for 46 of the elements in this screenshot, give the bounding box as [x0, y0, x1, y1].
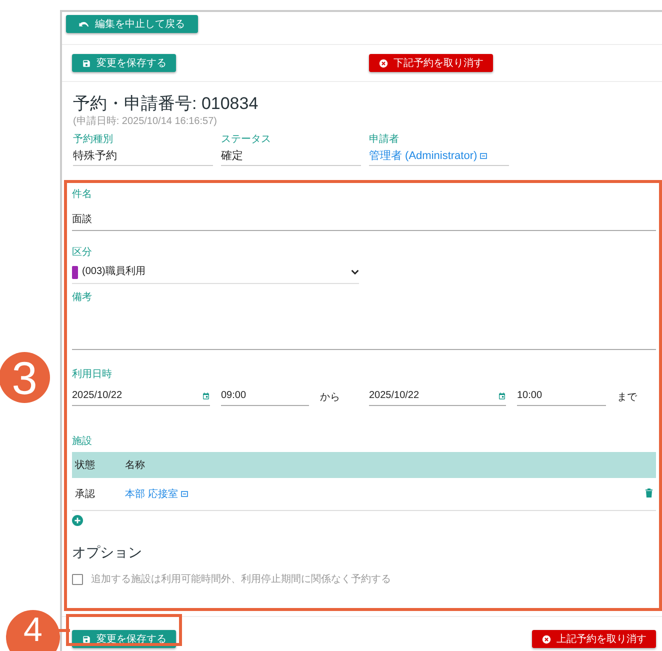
subject-field[interactable]: 面談 [72, 201, 656, 231]
chevron-down-icon [351, 269, 359, 275]
save-icon [82, 58, 90, 68]
field-label: 件名 [72, 189, 93, 201]
trash-icon[interactable] [645, 488, 653, 498]
field-label: 予約種別 [73, 134, 114, 146]
save-icon [82, 634, 90, 644]
status-cell: 承認 [72, 478, 122, 510]
date-field[interactable]: 2025/10/22 [369, 387, 506, 406]
field-label: 利用日時 [72, 369, 113, 381]
link-icon [180, 491, 188, 498]
field-value: 特殊予約 [73, 149, 117, 163]
calendar-icon [202, 392, 210, 400]
checkbox-label: 追加する施設は利用可能時間外、利用停止期間に関係なく予約する [91, 572, 391, 586]
submitted-date: (申請日時: 2025/10/14 16:16:57) [73, 116, 218, 128]
step-number-badge: 3 [0, 352, 50, 403]
section-heading: オプション [72, 544, 143, 562]
cancel-reservation-button[interactable]: 上記予約を取り消す [532, 630, 656, 648]
range-word: まで [617, 391, 638, 405]
category-select[interactable]: (003)職員利用 [72, 259, 359, 284]
checkbox[interactable] [72, 574, 83, 584]
column-header: 状態 [72, 452, 122, 478]
range-word: から [320, 391, 341, 405]
step-number-badge: 4 [6, 610, 60, 651]
field-label: 区分 [72, 247, 93, 259]
close-circle-icon [542, 634, 550, 644]
page-title: 予約・申請番号: 010834 [73, 94, 260, 114]
link-icon [480, 153, 488, 160]
field-label: 施設 [72, 436, 93, 448]
time-field[interactable]: 09:00 [221, 387, 309, 406]
facility-link[interactable]: 本部 応接室 [125, 489, 188, 500]
date-field[interactable]: 2025/10/22 [72, 387, 210, 406]
undo-icon [79, 20, 89, 28]
calendar-icon [498, 392, 506, 400]
back-button[interactable]: 編集を中止して戻る [66, 15, 198, 33]
close-circle-icon [378, 58, 388, 68]
field-label: ステータス [221, 134, 272, 146]
time-field[interactable]: 10:00 [517, 387, 606, 406]
field-label: 申請者 [369, 134, 400, 146]
field-value: 確定 [221, 149, 243, 163]
applicant-link[interactable]: 管理者 (Administrator) [369, 149, 488, 163]
column-header: 名称 [122, 452, 636, 478]
cancel-reservation-button[interactable]: 下記予約を取り消す [369, 54, 493, 72]
field-label: 備考 [72, 292, 93, 304]
save-button[interactable]: 変更を保存する [72, 54, 176, 72]
add-circle-icon[interactable] [72, 515, 83, 526]
